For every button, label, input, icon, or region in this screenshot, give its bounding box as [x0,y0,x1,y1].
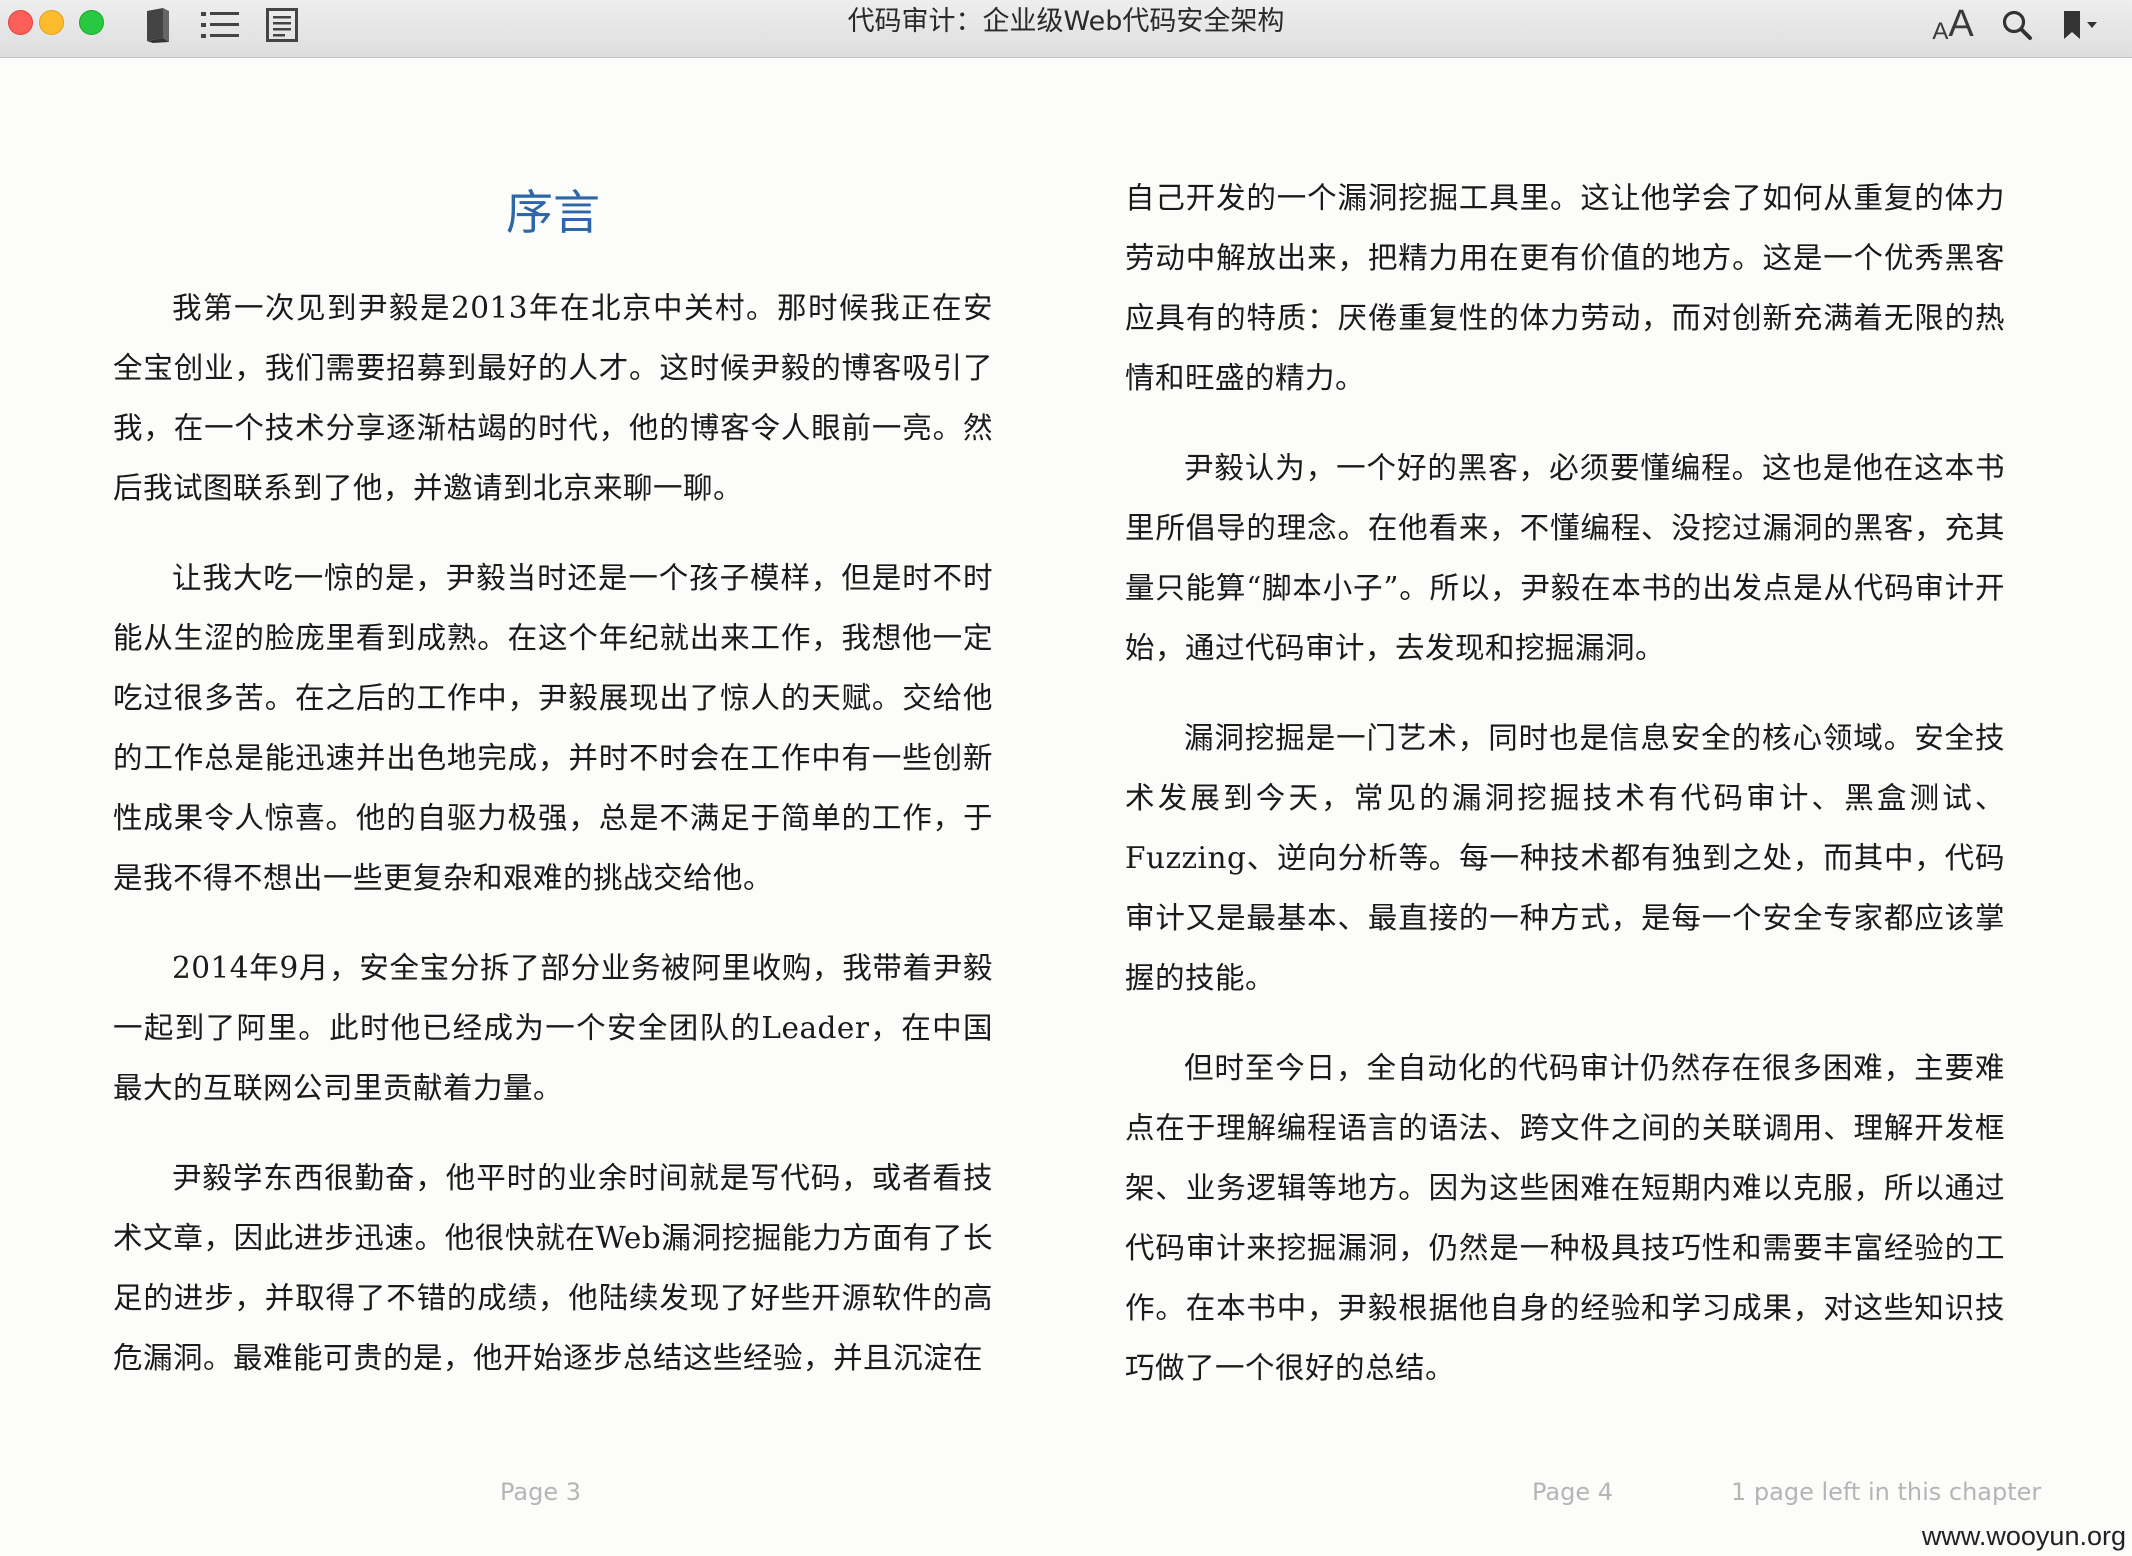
chapter-remaining-pages: 1 page left in this chapter [1731,1478,2042,1506]
toc-icon[interactable] [198,5,242,45]
paragraph: 但时至今日，全自动化的代码审计仍然存在很多困难，主要难点在于理解编程语言的语法、… [1125,1051,2005,1385]
font-size-large-glyph: A [1948,3,1974,45]
paragraph: 漏洞挖掘是一门艺术，同时也是信息安全的核心领域。安全技术发展到今天，常见的漏洞挖… [1125,721,2005,995]
right-page: 自己开发的一个漏洞挖掘工具里。这让他学会了如何从重复的体力劳动中解放出来，把精力… [1125,58,2005,1428]
window-toolbar: 代码审计：企业级Web代码安全架构 AA [0,0,2132,58]
page-number-right: Page 4 [1532,1478,1613,1506]
search-icon[interactable] [1999,5,2035,45]
library-icon[interactable] [141,5,175,45]
paragraph-continued: 自己开发的一个漏洞挖掘工具里。这让他学会了如何从重复的体力劳动中解放出来，把精力… [1125,181,2005,395]
window-title: 代码审计：企业级Web代码安全架构 [847,6,1285,37]
minimize-window-button[interactable] [39,10,64,35]
paragraph: 2014年9月，安全宝分拆了部分业务被阿里收购，我带着尹毅一起到了阿里。此时他已… [113,951,993,1105]
font-size-icon[interactable]: AA [1928,0,1978,46]
bookmark-icon[interactable] [2060,5,2100,45]
chapter-title: 序言 [506,186,600,241]
notes-icon[interactable] [264,5,300,45]
paragraph: 尹毅认为，一个好的黑客，必须要懂编程。这也是他在这本书里所倡导的理念。在他看来，… [1125,451,2005,665]
paragraph: 尹毅学东西很勤奋，他平时的业余时间就是写代码，或者看技术文章，因此进步迅速。他很… [113,1161,993,1375]
left-page: 序言 我第一次见到尹毅是2013年在北京中关村。那时候我正在安全宝创业，我们需要… [113,58,993,1418]
paragraph: 我第一次见到尹毅是2013年在北京中关村。那时候我正在安全宝创业，我们需要招募到… [113,291,993,505]
page-number-left: Page 3 [500,1478,581,1506]
close-window-button[interactable] [8,10,33,35]
maximize-window-button[interactable] [79,10,104,35]
paragraph: 让我大吃一惊的是，尹毅当时还是一个孩子模样，但是时不时能从生涩的脸庞里看到成熟。… [113,561,993,895]
font-size-small-glyph: A [1932,18,1949,45]
watermark: www.wooyun.org [1921,1521,2126,1551]
